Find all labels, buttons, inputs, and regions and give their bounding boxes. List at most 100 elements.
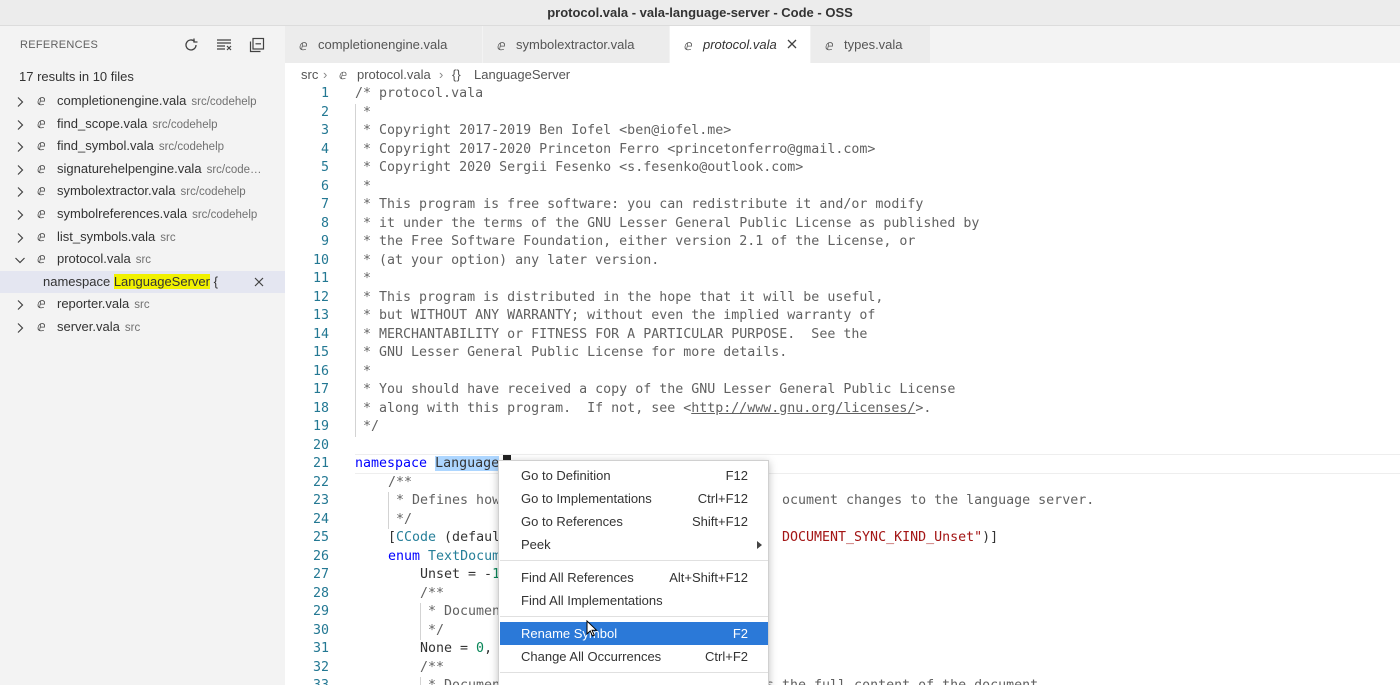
tab-protocol[interactable]: ⅇ protocol.vala — [670, 26, 811, 63]
line-number: 5 — [320, 160, 329, 175]
line-number: 2 — [320, 104, 329, 120]
menu-item-find-all-references[interactable]: Find All References Alt+Shift+F12 — [500, 566, 768, 589]
chevron-down-icon[interactable] — [13, 253, 27, 267]
chevron-right-icon[interactable] — [13, 163, 27, 177]
code-line: namespace Language — [355, 456, 500, 471]
line-number: 30 — [312, 622, 329, 638]
file-name: reporter.vala — [57, 296, 130, 312]
file-name: symbolextractor.vala — [57, 183, 176, 199]
line-number: 20 — [312, 437, 329, 453]
tree-row-file[interactable]: ⅇ symbolreferences.vala src/codehelp — [0, 203, 285, 226]
line-number: 11 — [312, 271, 329, 286]
breadcrumb-folder[interactable]: src — [301, 67, 318, 82]
vala-file-icon: ⅇ — [497, 37, 506, 53]
code-line: DOCUMENT_SYNC_KIND_Unset")] — [782, 530, 999, 545]
file-name: completionengine.vala — [57, 93, 187, 108]
vala-file-icon: ⅇ — [339, 67, 347, 82]
file-path: src/code… — [206, 163, 262, 176]
tab-label: symbolextractor.vala — [516, 37, 635, 52]
tree-row-file[interactable]: ⅇ server.vala src — [0, 316, 285, 339]
menu-item-rename-symbol[interactable]: Rename Symbol F2 — [500, 622, 768, 645]
vala-file-icon: ⅇ — [37, 92, 46, 108]
menu-item-peek[interactable]: Peek — [500, 533, 768, 556]
tree-row-file[interactable]: ⅇ signaturehelpengine.vala src/code… — [0, 158, 285, 181]
code-line: Unset = -1 — [420, 567, 501, 582]
chevron-right-icon[interactable] — [13, 140, 27, 154]
reference-match-row[interactable]: namespace LanguageServer { — [0, 270, 285, 294]
tree-row-file[interactable]: ⅇ find_scope.vala src/codehelp — [0, 113, 285, 136]
line-number: 15 — [312, 345, 329, 360]
chevron-right-icon: › — [439, 67, 444, 82]
menu-item-go-to-definition[interactable]: Go to Definition F12 — [500, 464, 768, 487]
line-number: 29 — [312, 604, 329, 619]
code-editor[interactable]: 1 2 3 4 5 6 7 8 9 10 11 12 13 14 15 16 1… — [285, 85, 1400, 685]
file-path: src/codehelp — [152, 118, 218, 131]
tree-row-file[interactable]: ⅇ reporter.vala src — [0, 293, 285, 316]
vala-file-icon: ⅇ — [37, 159, 46, 176]
breadcrumb-symbol[interactable]: LanguageServer — [474, 67, 570, 82]
reference-match-highlight: LanguageServer — [113, 273, 210, 289]
code-line: /* protocol.vala — [355, 86, 484, 101]
code-line: * but WITHOUT ANY WARRANTY; without even… — [355, 308, 876, 323]
line-number: 17 — [312, 382, 329, 397]
tab-completionengine[interactable]: ⅇ completionengine.vala — [285, 26, 483, 63]
menu-item-find-all-implementations[interactable]: Find All Implementations — [500, 589, 768, 612]
sidebar-title: REFERENCES — [20, 39, 99, 51]
menu-item-go-to-implementations[interactable]: Go to Implementations Ctrl+F12 — [500, 487, 768, 510]
tree-row-file[interactable]: ⅇ completionengine.vala src/codehelp — [0, 90, 285, 113]
breadcrumb-file[interactable]: protocol.vala — [357, 67, 431, 82]
line-number: 6 — [320, 178, 329, 194]
code-line: * — [355, 363, 372, 379]
file-path: src — [124, 321, 141, 334]
tree-row-file[interactable]: ⅇ list_symbols.vala src — [0, 226, 285, 249]
line-number: 26 — [312, 548, 329, 564]
shortcut-label: F12 — [725, 468, 748, 483]
collapse-all-icon[interactable] — [247, 35, 267, 55]
chevron-right-icon[interactable] — [13, 298, 27, 312]
menu-item-partial[interactable]: C C I I — [500, 678, 768, 685]
code-line: enum TextDocum — [388, 548, 501, 564]
dismiss-reference-icon[interactable] — [252, 275, 266, 289]
vala-file-icon: ⅇ — [37, 182, 46, 199]
vala-file-icon: ⅇ — [825, 37, 834, 53]
file-path: src/codehelp — [158, 141, 225, 154]
shortcut-label: Alt+Shift+F12 — [669, 570, 748, 585]
chevron-right-icon[interactable] — [13, 185, 27, 199]
chevron-right-icon[interactable] — [13, 208, 27, 222]
tab-label: protocol.vala — [703, 37, 777, 52]
menu-item-go-to-references[interactable]: Go to References Shift+F12 — [500, 510, 768, 533]
vala-file-icon: ⅇ — [37, 227, 46, 244]
vala-file-icon: ⅇ — [37, 114, 46, 131]
license-link[interactable]: http://www.gnu.org/licenses/ — [691, 401, 915, 416]
tab-types[interactable]: ⅇ types.vala — [811, 26, 931, 63]
menu-item-change-all-occurrences[interactable]: Change All Occurrences Ctrl+F2 — [500, 645, 768, 668]
close-icon[interactable] — [785, 37, 799, 51]
tab-symbolextractor[interactable]: ⅇ symbolextractor.vala — [483, 26, 670, 63]
tree-row-file[interactable]: ⅇ find_symbol.vala src/codehelp — [0, 135, 285, 158]
file-path: src — [160, 231, 176, 244]
line-number: 13 — [312, 308, 329, 323]
clear-results-icon[interactable] — [214, 35, 234, 55]
vala-file-icon: ⅇ — [684, 37, 693, 53]
namespace-icon: {} — [452, 67, 461, 82]
line-number: 19 — [312, 419, 329, 434]
code-line: * it under the terms of the GNU Lesser G… — [355, 215, 980, 231]
tree-row-file[interactable]: ⅇ protocol.vala src — [0, 248, 285, 271]
line-number: 4 — [320, 141, 329, 157]
file-name: list_symbols.vala — [57, 228, 156, 244]
chevron-right-icon[interactable] — [13, 95, 27, 109]
chevron-right-icon[interactable] — [13, 231, 27, 245]
code-line: [CCode (defaul — [388, 530, 501, 545]
sidebar-header: REFERENCES — [0, 26, 285, 64]
file-path: src/codehelp — [192, 208, 258, 221]
code-line: */ — [355, 419, 380, 434]
code-line: * This program is distributed in the hop… — [355, 289, 884, 305]
file-name: symbolreferences.vala — [57, 205, 188, 221]
selected-symbol[interactable]: Language — [435, 456, 500, 471]
refresh-icon[interactable] — [181, 35, 201, 55]
line-number: 8 — [320, 215, 329, 231]
chevron-right-icon[interactable] — [13, 321, 27, 335]
chevron-right-icon: › — [323, 67, 328, 82]
chevron-right-icon[interactable] — [13, 118, 27, 132]
tree-row-file[interactable]: ⅇ symbolextractor.vala src/codehelp — [0, 180, 285, 203]
